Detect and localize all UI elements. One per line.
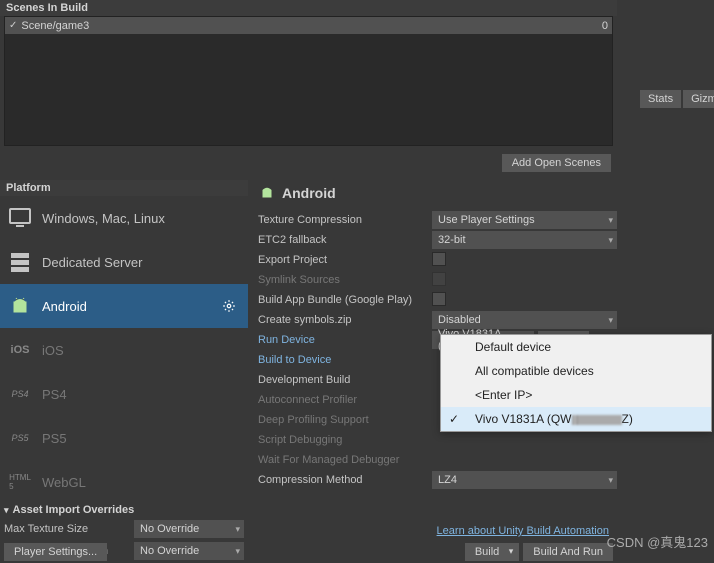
platform-item-ps5[interactable]: PS5 PS5: [0, 416, 248, 460]
platform-item-windows[interactable]: Windows, Mac, Linux: [0, 196, 248, 240]
setting-label: Compression Method: [258, 474, 432, 486]
popup-device-prefix: Vivo V1831A (QW: [475, 412, 572, 426]
asset-import-overrides-header[interactable]: Asset Import Overrides: [0, 502, 617, 518]
setting-label: Build to Device: [258, 354, 432, 366]
details-title-text: Android: [282, 185, 336, 201]
platform-item-webgl[interactable]: HTML5 WebGL: [0, 460, 248, 496]
wait-debugger-row: Wait For Managed Debugger: [258, 450, 617, 470]
symlink-sources-checkbox: [432, 272, 446, 286]
build-and-run-button[interactable]: Build And Run: [523, 543, 613, 561]
platform-label: Dedicated Server: [42, 255, 240, 270]
build-app-bundle-row: Build App Bundle (Google Play): [258, 290, 617, 310]
setting-label: Deep Profiling Support: [258, 414, 432, 426]
details-title: Android: [258, 180, 617, 210]
scenes-in-build-header: Scenes In Build: [0, 0, 617, 16]
setting-label: Texture Compression: [258, 214, 432, 226]
setting-label: Build App Bundle (Google Play): [258, 294, 432, 306]
etc2-fallback-row: ETC2 fallback 32-bit: [258, 230, 617, 250]
android-icon: [258, 184, 276, 202]
android-icon: [8, 294, 32, 318]
platform-item-android[interactable]: Android: [0, 284, 248, 328]
scene-index: 0: [602, 20, 608, 32]
scene-checkbox-icon[interactable]: ✓: [9, 20, 17, 31]
platform-item-ios[interactable]: iOS iOS: [0, 328, 248, 372]
platform-item-dedicated-server[interactable]: Dedicated Server: [0, 240, 248, 284]
build-button[interactable]: Build: [465, 543, 519, 561]
watermark: CSDN @真鬼123: [607, 532, 708, 551]
player-settings-button[interactable]: Player Settings...: [4, 543, 107, 561]
gear-icon[interactable]: [222, 299, 236, 313]
max-texture-size-dropdown[interactable]: No Override: [134, 520, 244, 538]
texture-compression-row: Texture Compression Use Player Settings: [258, 210, 617, 230]
learn-automation-link[interactable]: Learn about Unity Build Automation: [437, 525, 609, 537]
platform-label: WebGL: [42, 475, 240, 490]
server-icon: [8, 250, 32, 274]
setting-label: Wait For Managed Debugger: [258, 454, 432, 466]
webgl-icon: HTML5: [8, 470, 32, 494]
create-symbols-dropdown[interactable]: Disabled: [432, 311, 617, 329]
setting-label: Create symbols.zip: [258, 314, 432, 326]
setting-label: Run Device: [258, 334, 432, 346]
compression-method-dropdown[interactable]: LZ4: [432, 471, 617, 489]
setting-label: Script Debugging: [258, 434, 432, 446]
platform-label: Android: [42, 299, 212, 314]
setting-label: Export Project: [258, 254, 432, 266]
export-project-row: Export Project: [258, 250, 617, 270]
platform-label: PS4: [42, 387, 240, 402]
platform-label: Windows, Mac, Linux: [42, 211, 240, 226]
script-debugging-row: Script Debugging: [258, 430, 617, 450]
scene-name: Scene/game3: [21, 20, 601, 32]
setting-label: Development Build: [258, 374, 432, 386]
platform-item-ps4[interactable]: PS4 PS4: [0, 372, 248, 416]
obscured-serial: [572, 415, 622, 425]
setting-label: Max Texture Size: [4, 523, 134, 535]
gizmos-button[interactable]: Gizmos: [683, 90, 714, 108]
scene-row[interactable]: ✓ Scene/game3 0: [5, 17, 612, 34]
ios-icon: iOS: [8, 338, 32, 362]
monitor-icon: [8, 206, 32, 230]
popup-item-selected-device[interactable]: Vivo V1831A (QW Z): [441, 407, 711, 431]
build-app-bundle-checkbox[interactable]: [432, 292, 446, 306]
run-device-popup: Default device All compatible devices <E…: [440, 334, 712, 432]
popup-device-suffix: Z): [622, 412, 633, 426]
stats-button[interactable]: Stats: [640, 90, 681, 108]
platform-label: PS5: [42, 431, 240, 446]
platform-header: Platform: [0, 180, 248, 196]
setting-label: ETC2 fallback: [258, 234, 432, 246]
ps4-icon: PS4: [8, 382, 32, 406]
create-symbols-row: Create symbols.zip Disabled: [258, 310, 617, 330]
compression-method-row: Compression Method LZ4: [258, 470, 617, 490]
etc2-fallback-dropdown[interactable]: 32-bit: [432, 231, 617, 249]
texture-compression-dropdown[interactable]: Use Player Settings: [432, 211, 617, 229]
ps5-icon: PS5: [8, 426, 32, 450]
popup-item-enter-ip[interactable]: <Enter IP>: [441, 383, 711, 407]
setting-label: Autoconnect Profiler: [258, 394, 432, 406]
export-project-checkbox[interactable]: [432, 252, 446, 266]
right-panel: 5,000ms 5: [617, 0, 714, 563]
popup-item-all-compatible[interactable]: All compatible devices: [441, 359, 711, 383]
scenes-list: ✓ Scene/game3 0: [4, 16, 613, 146]
platform-list: Windows, Mac, Linux Dedicated Server And…: [0, 196, 248, 496]
symlink-sources-row: Symlink Sources: [258, 270, 617, 290]
platform-label: iOS: [42, 343, 240, 358]
setting-label: Symlink Sources: [258, 274, 432, 286]
add-open-scenes-button[interactable]: Add Open Scenes: [502, 154, 611, 172]
popup-item-default-device[interactable]: Default device: [441, 335, 711, 359]
